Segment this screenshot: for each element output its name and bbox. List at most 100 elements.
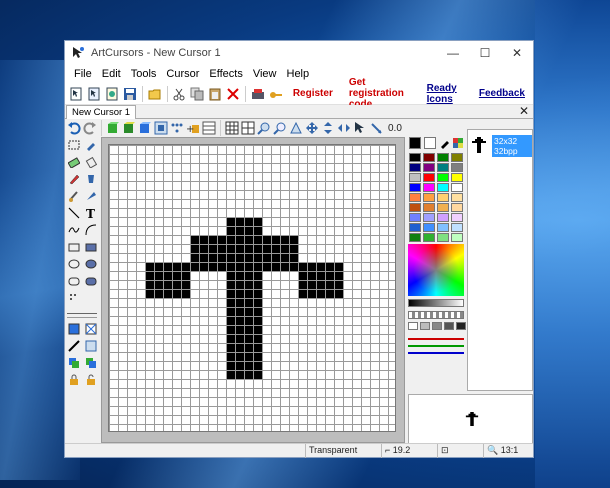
spray-icon[interactable] — [85, 156, 97, 168]
image-format-list[interactable]: 32x32 32bpp — [467, 129, 533, 391]
maximize-button[interactable]: ☐ — [469, 41, 501, 65]
toolbox-icon[interactable] — [251, 86, 265, 102]
palette-swatch[interactable] — [451, 193, 463, 202]
pencil-icon[interactable] — [68, 173, 80, 185]
ready-icons-link[interactable]: Ready Icons — [427, 83, 463, 105]
new-animated-cursor-icon[interactable] — [87, 86, 101, 102]
palette-swatch[interactable] — [423, 153, 435, 162]
format-item-selected[interactable]: 32x32 32bpp — [492, 135, 532, 157]
gray-swatch[interactable] — [444, 322, 454, 330]
key-icon[interactable] — [269, 86, 283, 102]
palette-swatch[interactable] — [409, 233, 421, 242]
gray-swatch[interactable] — [432, 322, 442, 330]
paste-icon[interactable] — [208, 86, 222, 102]
color-picker-icon[interactable] — [439, 137, 451, 152]
palette-swatch[interactable] — [437, 163, 449, 172]
palette-swatch[interactable] — [409, 163, 421, 172]
menu-cursor[interactable]: Cursor — [161, 68, 204, 80]
palette-swatch[interactable] — [423, 203, 435, 212]
register-link[interactable]: Register — [293, 88, 333, 99]
palette-swatch[interactable] — [423, 233, 435, 242]
menu-effects[interactable]: Effects — [204, 68, 247, 80]
gradient-icon[interactable] — [85, 340, 97, 352]
undo-icon[interactable] — [67, 121, 81, 135]
palette-swatch[interactable] — [409, 203, 421, 212]
curve-icon[interactable] — [68, 224, 80, 236]
secondary-color-swatch[interactable] — [424, 137, 436, 149]
palette-swatch[interactable] — [451, 183, 463, 192]
green-channel-slider[interactable] — [408, 345, 464, 347]
palette-swatch[interactable] — [423, 163, 435, 172]
open-folder-icon[interactable] — [148, 86, 162, 102]
gray-swatch[interactable] — [456, 322, 466, 330]
flip-icon[interactable] — [289, 121, 303, 135]
palette-swatch[interactable] — [451, 223, 463, 232]
lock-icon[interactable] — [68, 374, 80, 386]
palette-swatch[interactable] — [409, 193, 421, 202]
palette-swatch[interactable] — [451, 153, 463, 162]
palette-swatch[interactable] — [437, 183, 449, 192]
filled-rectangle-icon[interactable] — [85, 241, 97, 253]
gray-ramp[interactable] — [408, 299, 464, 307]
arc-icon[interactable] — [85, 224, 97, 236]
line-icon[interactable] — [68, 207, 80, 219]
frame-icon[interactable] — [154, 121, 168, 135]
palette-swatch[interactable] — [451, 213, 463, 222]
menu-edit[interactable]: Edit — [97, 68, 126, 80]
palette-swatch[interactable] — [409, 173, 421, 182]
save-icon[interactable] — [123, 86, 137, 102]
menu-view[interactable]: View — [248, 68, 282, 80]
zoom-out-icon[interactable] — [273, 121, 287, 135]
grid-icon[interactable] — [225, 121, 239, 135]
add-frame-icon[interactable]: + — [186, 121, 200, 135]
unlock-icon[interactable] — [85, 374, 97, 386]
palette-swatch[interactable] — [409, 153, 421, 162]
brush-icon[interactable] — [68, 190, 80, 202]
ellipse-icon[interactable] — [68, 258, 80, 270]
move-up-down-icon[interactable] — [321, 121, 335, 135]
cube-yellow-icon[interactable] — [122, 121, 136, 135]
primary-color-swatch[interactable] — [409, 137, 421, 149]
zoom-in-icon[interactable] — [257, 121, 271, 135]
move-icon[interactable] — [305, 121, 319, 135]
palette-icon[interactable] — [452, 137, 464, 152]
tab-close-icon[interactable]: ✕ — [519, 104, 529, 118]
gray-swatch[interactable] — [408, 322, 418, 330]
line-style-icon[interactable] — [68, 340, 80, 352]
dropper-fill-icon[interactable] — [85, 190, 97, 202]
blue-channel-slider[interactable] — [408, 352, 464, 354]
palette-swatch[interactable] — [437, 203, 449, 212]
palette-swatch[interactable] — [423, 223, 435, 232]
pixel-canvas[interactable] — [108, 144, 396, 432]
palette-swatch[interactable] — [423, 193, 435, 202]
pattern-fill-icon[interactable] — [85, 323, 97, 335]
cube-blue-icon[interactable] — [138, 121, 152, 135]
cut-icon[interactable] — [172, 86, 186, 102]
select-rect-icon[interactable] — [68, 139, 80, 151]
grid-toggle-icon[interactable] — [241, 121, 255, 135]
new-icon-icon[interactable] — [105, 86, 119, 102]
pattern-icon[interactable] — [68, 292, 80, 304]
line-width-medium[interactable] — [67, 317, 97, 318]
new-cursor-icon[interactable] — [69, 86, 83, 102]
palette-swatch[interactable] — [451, 173, 463, 182]
palette-swatch[interactable] — [409, 183, 421, 192]
fill-dots-icon[interactable] — [170, 121, 184, 135]
menu-file[interactable]: File — [69, 68, 97, 80]
redo-icon[interactable] — [83, 121, 97, 135]
palette-swatch[interactable] — [437, 173, 449, 182]
eyedropper-icon[interactable] — [85, 139, 97, 151]
line-width-thin[interactable] — [67, 313, 97, 314]
feedback-link[interactable]: Feedback — [479, 88, 525, 99]
frame-list-icon[interactable] — [202, 121, 216, 135]
color-spectrum[interactable] — [408, 244, 464, 296]
swap-colors-icon[interactable] — [68, 357, 80, 369]
pattern-ramp[interactable] — [408, 311, 464, 319]
palette-swatch[interactable] — [423, 213, 435, 222]
palette-swatch[interactable] — [451, 163, 463, 172]
rectangle-icon[interactable] — [68, 241, 80, 253]
palette-swatch[interactable] — [451, 203, 463, 212]
text-icon[interactable]: T — [85, 207, 97, 219]
palette-swatch[interactable] — [423, 173, 435, 182]
hotspot-move-icon[interactable] — [369, 121, 383, 135]
